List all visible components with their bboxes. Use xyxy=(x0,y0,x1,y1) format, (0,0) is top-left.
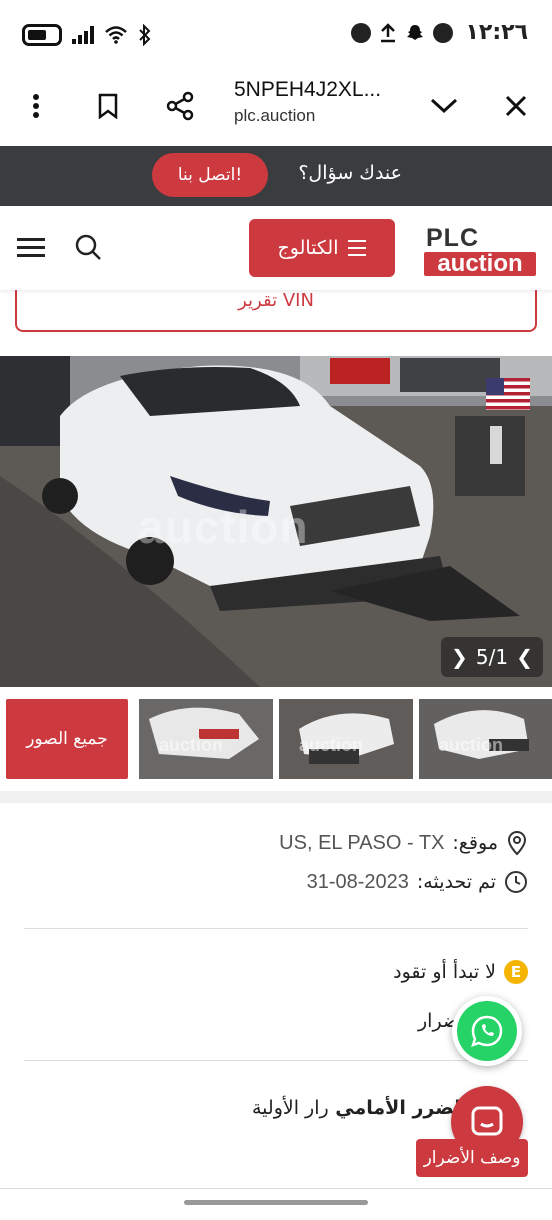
thumbnail-2[interactable]: auction xyxy=(279,699,413,779)
battery-icon xyxy=(22,24,62,46)
thumbnail-3[interactable]: auction xyxy=(419,699,552,779)
updated-value: 31-08-2023 xyxy=(306,870,409,893)
hamburger-menu-icon[interactable] xyxy=(17,238,45,257)
messenger-icon xyxy=(351,22,372,43)
signal-icon xyxy=(72,26,94,44)
location-pin-icon xyxy=(507,830,527,856)
section-separator xyxy=(0,791,552,803)
vin-report-button[interactable]: تقرير VIN xyxy=(15,290,537,332)
photo-counter: ❯ 5/1 ❮ xyxy=(441,637,543,677)
site-header: الكتالوج PLC auction xyxy=(0,206,552,290)
usa-flag-icon xyxy=(486,378,530,410)
contact-question: عندك سؤال؟ xyxy=(298,162,402,184)
messenger-icon-2 xyxy=(433,22,454,43)
damage-description-button[interactable]: وصف الأضرار xyxy=(416,1139,528,1177)
share-icon[interactable] xyxy=(158,84,202,128)
primary-damage-label: رار الأولية xyxy=(252,1097,329,1119)
run-status-text: لا تبدأ أو تقود xyxy=(393,961,496,983)
primary-damage-value: الضرر الأمامي xyxy=(335,1097,468,1119)
location-label: موقع: xyxy=(452,832,498,854)
divider xyxy=(24,1060,528,1061)
search-icon[interactable] xyxy=(74,233,102,265)
contact-us-button[interactable]: اتصل بنا! xyxy=(152,153,268,197)
upload-icon xyxy=(381,22,396,42)
chevron-down-icon[interactable] xyxy=(422,84,466,128)
photo-watermark: auction xyxy=(138,501,309,553)
browser-toolbar: 5NPEH4J2XL... plc.auction xyxy=(0,70,552,146)
primary-damage-row: الضرر الأمامي رار الأولية xyxy=(252,1097,468,1119)
wifi-icon xyxy=(105,26,127,44)
contact-strip: عندك سؤال؟ اتصل بنا! xyxy=(0,146,552,206)
updated-label: تم تحديثه: xyxy=(416,871,496,893)
list-icon xyxy=(348,240,367,256)
more-vert-icon[interactable] xyxy=(14,84,58,128)
engine-status-badge: E xyxy=(504,960,528,984)
page-title[interactable]: 5NPEH4J2XL... xyxy=(234,78,381,102)
location-row: موقع: US, EL PASO - TX xyxy=(279,830,528,856)
all-photos-button[interactable]: جميع الصور xyxy=(6,699,128,779)
divider xyxy=(24,928,528,929)
close-icon[interactable] xyxy=(494,84,538,128)
location-value: US, EL PASO - TX xyxy=(279,831,445,854)
clock: ١٢:٢٦ xyxy=(465,20,528,45)
thumbnail-1[interactable]: auction xyxy=(139,699,273,779)
snapchat-icon xyxy=(407,24,424,40)
bottom-divider xyxy=(0,1188,552,1189)
clock-icon xyxy=(505,871,527,893)
photo-counter-text: 5/1 xyxy=(475,645,509,669)
status-right: ١٢:٢٦ xyxy=(351,20,528,45)
prev-arrow-icon[interactable]: ❮ xyxy=(516,645,533,669)
plc-auction-logo[interactable]: PLC auction xyxy=(424,226,536,276)
whatsapp-button[interactable] xyxy=(452,996,522,1066)
bookmark-icon[interactable] xyxy=(86,84,130,128)
whatsapp-icon xyxy=(457,1001,517,1061)
home-indicator[interactable] xyxy=(184,1200,368,1205)
status-left xyxy=(22,24,152,46)
chat-icon xyxy=(471,1106,503,1136)
status-bar: ١٢:٢٦ xyxy=(0,0,552,70)
catalog-button[interactable]: الكتالوج xyxy=(249,219,395,277)
catalog-label: الكتالوج xyxy=(277,237,339,259)
next-arrow-icon[interactable]: ❯ xyxy=(451,645,468,669)
updated-row: تم تحديثه: 31-08-2023 xyxy=(307,870,528,894)
page-url[interactable]: plc.auction xyxy=(234,106,315,126)
bluetooth-icon xyxy=(139,24,151,46)
run-status-row: E لا تبدأ أو تقود xyxy=(393,960,528,984)
